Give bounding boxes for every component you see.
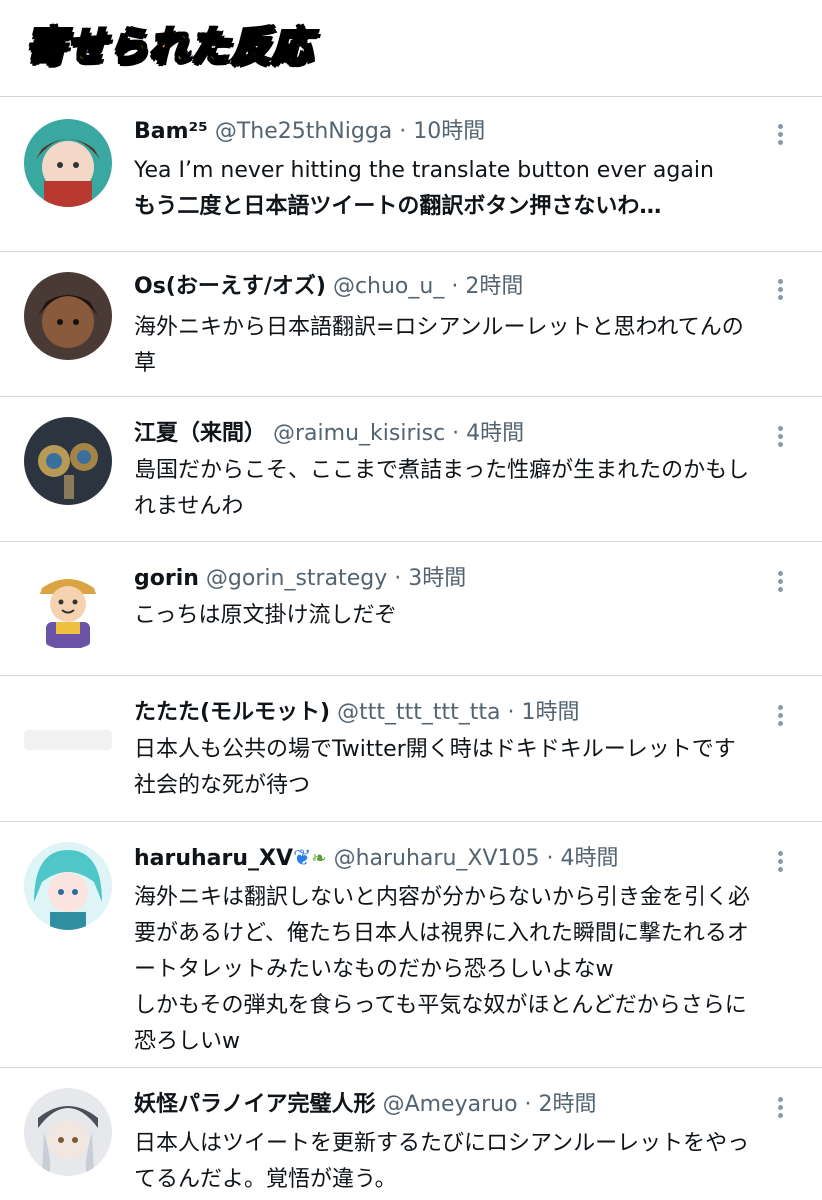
avatar[interactable] [24, 730, 112, 750]
tweet-text-line: 海外ニキは翻訳しないと内容が分からないから引き金を引く必 [134, 885, 751, 910]
avatar[interactable] [24, 417, 112, 505]
tweet-header: gorin @gorin_strategy · 3時間 [134, 564, 466, 594]
separator-dot: · [394, 566, 402, 591]
separator-dot: · [451, 274, 459, 299]
tweet-header: Os(おーえす/オズ) @chuo_u_ · 2時間 [134, 272, 523, 302]
tweet-card[interactable]: Bam²⁵ @The25thNigga · 10時間 Yea I’m never… [0, 97, 822, 252]
user-handle[interactable]: @raimu_kisirisc [273, 421, 445, 446]
tweet-text-line: 島国だからこそ、ここまで煮詰まった性癖が生まれたのかもし [134, 458, 750, 483]
leaf-emoji-icon: ❧ [311, 848, 327, 869]
display-name[interactable]: Os(おーえす/オズ) [134, 274, 326, 299]
tweet-header: 妖怪パラノイア完璧人形 @Ameyaruo · 2時間 [134, 1090, 597, 1120]
title-banner: 寄せられた反応 [0, 0, 822, 96]
more-vertical-icon[interactable] [770, 568, 790, 598]
timestamp[interactable]: 4時間 [466, 421, 524, 446]
avatar[interactable] [24, 842, 112, 930]
user-handle[interactable]: @gorin_strategy [206, 566, 387, 591]
tweet-header: Bam²⁵ @The25thNigga · 10時間 [134, 117, 485, 147]
tweet-text: こっちは原文掛け流しだぞ [134, 598, 794, 634]
more-vertical-icon[interactable] [770, 848, 790, 878]
display-name[interactable]: Bam²⁵ [134, 119, 208, 144]
tweet-text-line: ートタレットみたいなものだから恐ろしいよなw [134, 957, 614, 982]
butterfly-emoji-icon: ❦ [293, 846, 312, 871]
tweet-card[interactable]: 妖怪パラノイア完璧人形 @Ameyaruo · 2時間 日本人はツイートを更新す… [0, 1068, 822, 1200]
avatar[interactable] [24, 562, 112, 650]
tweet-text: 海外ニキから日本語翻訳=ロシアンルーレットと思われてんの 草 [134, 310, 794, 382]
tweet-card[interactable]: Os(おーえす/オズ) @chuo_u_ · 2時間 海外ニキから日本語翻訳=ロ… [0, 252, 822, 397]
tweet-text-line: 社会的な死が待つ [134, 773, 311, 798]
separator-dot: · [524, 1092, 532, 1117]
user-handle[interactable]: @Ameyaruo [383, 1092, 518, 1117]
user-handle[interactable]: @chuo_u_ [333, 274, 444, 299]
display-name[interactable]: 江夏（来間） [134, 421, 266, 446]
more-vertical-icon[interactable] [770, 702, 790, 732]
tweet-text-line: 日本人はツイートを更新するたびにロシアンルーレットをやっ [134, 1131, 750, 1156]
tweet-text-line: 草 [134, 351, 157, 376]
avatar[interactable] [24, 272, 112, 360]
tweet-card[interactable]: gorin @gorin_strategy · 3時間 こっちは原文掛け流しだぞ [0, 542, 822, 676]
display-name[interactable]: たたた(モルモット) [134, 700, 330, 725]
separator-dot: · [546, 846, 554, 871]
timestamp[interactable]: 10時間 [413, 119, 485, 144]
user-handle[interactable]: @ttt_ttt_ttt_tta [337, 700, 500, 725]
more-vertical-icon[interactable] [770, 276, 790, 306]
timestamp[interactable]: 3時間 [408, 566, 466, 591]
tweet-text-line: 日本人も公共の場でTwitter開く時はドキドキルーレットです [134, 737, 736, 762]
tweet-text: 日本人も公共の場でTwitter開く時はドキドキルーレットです 社会的な死が待つ [134, 732, 794, 804]
tweet-text-line: こっちは原文掛け流しだぞ [134, 603, 397, 628]
tweet-text-line: 要があるけど、俺たち日本人は視界に入れた瞬間に撃たれるオ [134, 921, 749, 946]
tweet-text: 日本人はツイートを更新するたびにロシアンルーレットをやっ てるんだよ。覚悟が違う… [134, 1126, 794, 1198]
avatar[interactable] [24, 119, 112, 207]
banner-title: 寄せられた反応 [25, 23, 313, 71]
tweet-text-line: もう二度と日本語ツイートの翻訳ボタン押さないわ… [134, 194, 662, 219]
tweet-header: たたた(モルモット) @ttt_ttt_ttt_tta · 1時間 [134, 698, 580, 728]
separator-dot: · [507, 700, 515, 725]
more-vertical-icon[interactable] [770, 121, 790, 151]
timestamp[interactable]: 2時間 [465, 274, 523, 299]
display-name[interactable]: 妖怪パラノイア完璧人形 [134, 1092, 376, 1117]
tweet-text-line: てるんだよ。覚悟が違う。 [134, 1167, 397, 1192]
tweet-card[interactable]: たたた(モルモット) @ttt_ttt_ttt_tta · 1時間 日本人も公共… [0, 676, 822, 822]
tweet-text-line: 恐ろしいw [134, 1029, 240, 1054]
tweet-text-line: れませんわ [134, 494, 244, 519]
timestamp[interactable]: 2時間 [539, 1092, 597, 1117]
tweet-text: Yea I’m never hitting the translate butt… [134, 153, 794, 225]
more-vertical-icon[interactable] [770, 423, 790, 453]
tweet-header: haruharu_XV❦❧ @haruharu_XV105 · 4時間 [134, 844, 619, 874]
tweet-text: 海外ニキは翻訳しないと内容が分からないから引き金を引く必 要があるけど、俺たち日… [134, 880, 794, 1060]
tweet-text-line: 海外ニキから日本語翻訳=ロシアンルーレットと思われてんの [134, 315, 744, 340]
tweet-text: 島国だからこそ、ここまで煮詰まった性癖が生まれたのかもし れませんわ [134, 453, 794, 525]
separator-dot: · [452, 421, 460, 446]
tweet-card[interactable]: 江夏（来間） @raimu_kisirisc · 4時間 島国だからこそ、ここま… [0, 397, 822, 542]
more-vertical-icon[interactable] [770, 1094, 790, 1124]
tweet-text-line: Yea I’m never hitting the translate butt… [134, 158, 714, 183]
user-handle[interactable]: @The25thNigga [215, 119, 392, 144]
tweet-text-line: しかもその弾丸を食らっても平気な奴がほとんどだからさらに [134, 993, 747, 1018]
display-name[interactable]: haruharu_XV [134, 846, 293, 871]
tweet-header: 江夏（来間） @raimu_kisirisc · 4時間 [134, 419, 524, 449]
user-handle[interactable]: @haruharu_XV105 [334, 846, 540, 871]
tweet-card[interactable]: haruharu_XV❦❧ @haruharu_XV105 · 4時間 海外ニキ… [0, 822, 822, 1068]
separator-dot: · [399, 119, 407, 144]
display-name[interactable]: gorin [134, 566, 199, 591]
timestamp[interactable]: 1時間 [522, 700, 580, 725]
timestamp[interactable]: 4時間 [561, 846, 619, 871]
avatar[interactable] [24, 1088, 112, 1176]
